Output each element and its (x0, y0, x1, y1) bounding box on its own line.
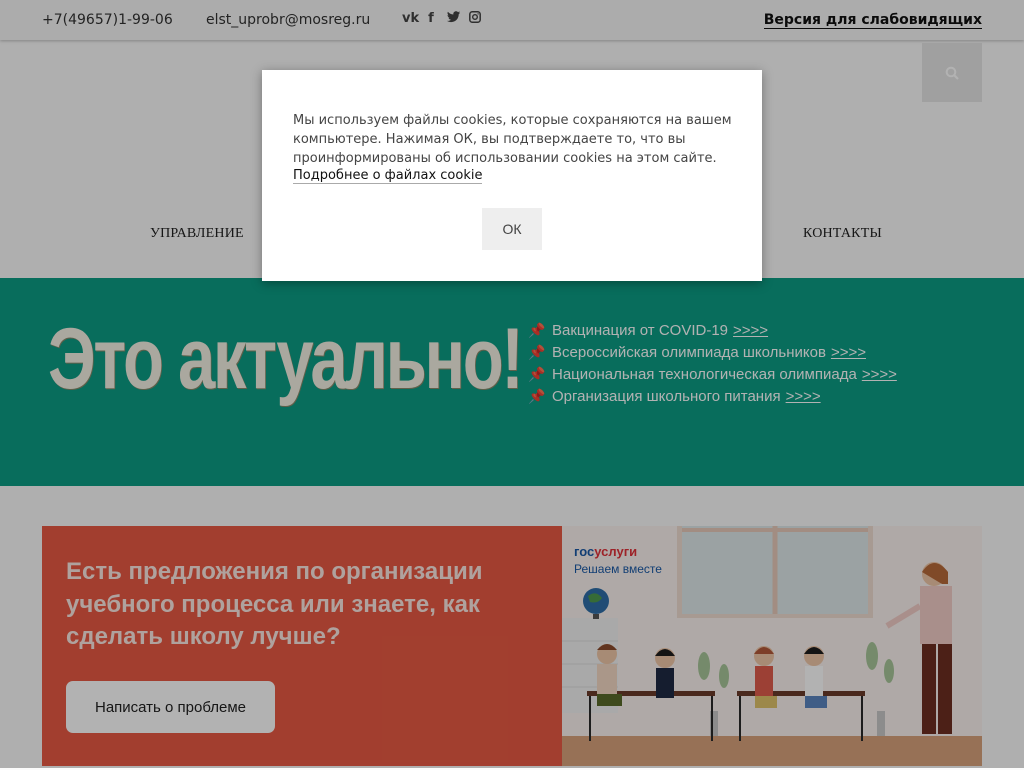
cookie-more-link[interactable]: Подробнее о файлах cookie (293, 168, 483, 184)
cookie-modal: Мы используем файлы cookies, которые сох… (262, 70, 762, 281)
cookie-text: Мы используем файлы cookies, которые сох… (293, 113, 732, 166)
cookie-ok-button[interactable]: ОК (482, 208, 542, 250)
